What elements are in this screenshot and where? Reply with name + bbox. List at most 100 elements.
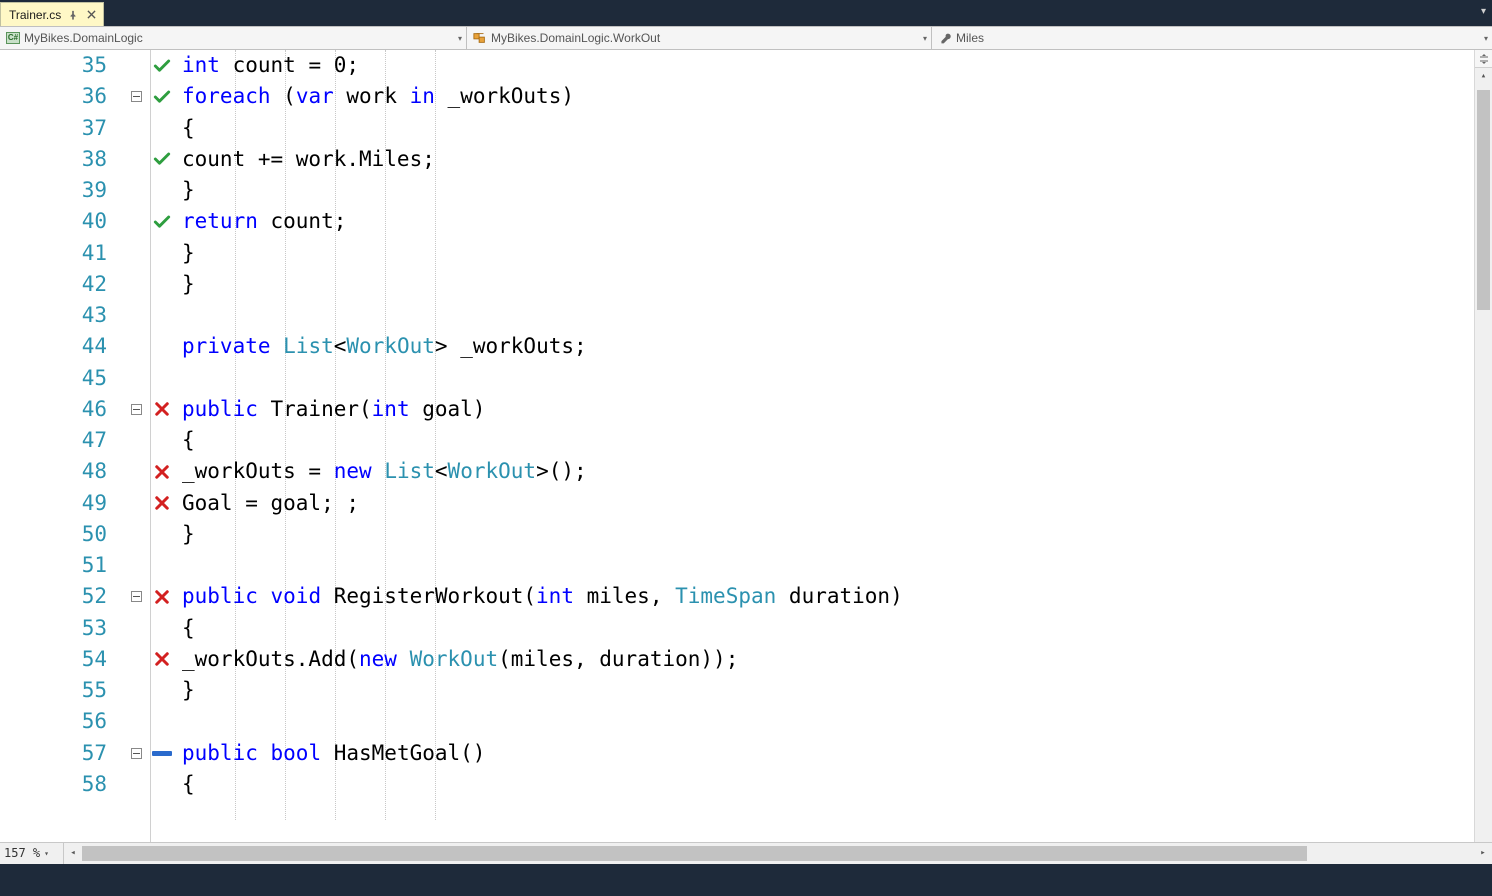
line-number: 41 (0, 238, 125, 269)
scroll-left-arrow-icon[interactable]: ◂ (64, 843, 82, 864)
code-line[interactable]: 36 foreach (var work in _workOuts) (0, 81, 1474, 112)
code-line[interactable]: 47 { (0, 425, 1474, 456)
chevron-down-icon: ▾ (1484, 34, 1488, 43)
line-number: 45 (0, 363, 125, 394)
line-number: 35 (0, 50, 125, 81)
fold-gutter[interactable] (125, 748, 147, 759)
code-line[interactable]: 52 public void RegisterWorkout(int miles… (0, 581, 1474, 612)
line-number: 47 (0, 425, 125, 456)
line-number: 55 (0, 675, 125, 706)
code-line[interactable]: 45 (0, 363, 1474, 394)
tab-trainer-cs[interactable]: Trainer.cs (0, 2, 104, 26)
code-text[interactable]: { (182, 113, 1474, 144)
line-number: 54 (0, 644, 125, 675)
change-track (177, 363, 182, 394)
coverage-covered-icon (147, 87, 177, 107)
code-text[interactable]: int count = 0; (182, 50, 1474, 81)
code-text[interactable]: _workOuts.Add(new WorkOut(miles, duratio… (182, 644, 1474, 675)
code-line[interactable]: 40 return count; (0, 206, 1474, 237)
code-text[interactable]: public Trainer(int goal) (182, 394, 1474, 425)
pin-icon[interactable] (67, 9, 79, 21)
code-text[interactable]: } (182, 175, 1474, 206)
coverage-partial-icon (147, 751, 177, 756)
coverage-uncovered-icon (147, 463, 177, 481)
code-text[interactable]: foreach (var work in _workOuts) (182, 81, 1474, 112)
code-line[interactable]: 50 } (0, 519, 1474, 550)
code-text[interactable]: } (182, 675, 1474, 706)
code-text[interactable]: } (182, 238, 1474, 269)
line-number: 56 (0, 706, 125, 737)
code-line[interactable]: 37 { (0, 113, 1474, 144)
line-number: 36 (0, 81, 125, 112)
code-line[interactable]: 46 public Trainer(int goal) (0, 394, 1474, 425)
code-text[interactable]: } (182, 519, 1474, 550)
code-line[interactable]: 55 } (0, 675, 1474, 706)
zoom-value: 157 % (4, 838, 40, 869)
nav-member-dropdown[interactable]: Miles ▾ (932, 27, 1492, 49)
fold-gutter[interactable] (125, 91, 147, 102)
chevron-down-icon: ▾ (923, 34, 927, 43)
scroll-thumb-vertical[interactable] (1477, 90, 1490, 310)
code-line[interactable]: 48 _workOuts = new List<WorkOut>(); (0, 456, 1474, 487)
code-text[interactable]: count += work.Miles; (182, 144, 1474, 175)
code-text[interactable]: { (182, 769, 1474, 800)
editor-window: Trainer.cs ▾ C# MyBikes.DomainLogic ▾ My… (0, 0, 1492, 896)
code-line[interactable]: 39 } (0, 175, 1474, 206)
scroll-up-arrow-icon[interactable]: ▴ (1475, 68, 1492, 86)
code-line[interactable]: 56 (0, 706, 1474, 737)
code-line[interactable]: 44 private List<WorkOut> _workOuts; (0, 331, 1474, 362)
code-text[interactable]: private List<WorkOut> _workOuts; (182, 331, 1474, 362)
code-text[interactable]: public void RegisterWorkout(int miles, T… (182, 581, 1474, 612)
code-line[interactable]: 53 { (0, 613, 1474, 644)
code-line[interactable]: 43 (0, 300, 1474, 331)
nav-namespace-dropdown[interactable]: C# MyBikes.DomainLogic ▾ (0, 27, 467, 49)
code-text[interactable]: } (182, 269, 1474, 300)
chevron-down-icon: ▾ (44, 838, 49, 869)
zoom-dropdown[interactable]: 157 % ▾ (0, 843, 64, 864)
line-number: 43 (0, 300, 125, 331)
fold-toggle-icon[interactable] (131, 591, 142, 602)
line-number: 37 (0, 113, 125, 144)
code-text[interactable]: { (182, 425, 1474, 456)
fold-toggle-icon[interactable] (131, 748, 142, 759)
coverage-uncovered-icon (147, 494, 177, 512)
coverage-uncovered-icon (147, 588, 177, 606)
editor-body: 35 int count = 0;36 foreach (var work in… (0, 50, 1492, 864)
code-line[interactable]: 42 } (0, 269, 1474, 300)
code-line[interactable]: 49 Goal = goal; ; (0, 488, 1474, 519)
tab-bar: Trainer.cs ▾ (0, 0, 1492, 26)
code-line[interactable]: 35 int count = 0; (0, 50, 1474, 81)
fold-gutter[interactable] (125, 404, 147, 415)
code-line[interactable]: 58 { (0, 769, 1474, 800)
nav-class-dropdown[interactable]: MyBikes.DomainLogic.WorkOut ▾ (467, 27, 932, 49)
code-text[interactable]: public bool HasMetGoal() (182, 738, 1474, 769)
fold-toggle-icon[interactable] (131, 91, 142, 102)
code-line[interactable]: 57 public bool HasMetGoal() (0, 738, 1474, 769)
code-rows[interactable]: 35 int count = 0;36 foreach (var work in… (0, 50, 1474, 842)
horizontal-scrollbar[interactable]: ◂ ▸ (64, 843, 1492, 864)
close-icon[interactable] (85, 9, 97, 21)
tab-label: Trainer.cs (9, 8, 61, 22)
nav-namespace-text: MyBikes.DomainLogic (24, 31, 454, 45)
scroll-right-arrow-icon[interactable]: ▸ (1474, 843, 1492, 864)
code-line[interactable]: 38 count += work.Miles; (0, 144, 1474, 175)
code-text[interactable]: { (182, 613, 1474, 644)
line-number: 42 (0, 269, 125, 300)
line-number: 38 (0, 144, 125, 175)
tab-overflow-dropdown[interactable]: ▾ (1481, 6, 1486, 17)
line-number: 49 (0, 488, 125, 519)
code-text[interactable]: Goal = goal; ; (182, 488, 1474, 519)
navigation-bar: C# MyBikes.DomainLogic ▾ MyBikes.DomainL… (0, 26, 1492, 50)
line-number: 48 (0, 456, 125, 487)
code-line[interactable]: 54 _workOuts.Add(new WorkOut(miles, dura… (0, 644, 1474, 675)
scroll-thumb-horizontal[interactable] (82, 846, 1307, 861)
code-text[interactable]: return count; (182, 206, 1474, 237)
fold-toggle-icon[interactable] (131, 404, 142, 415)
code-line[interactable]: 51 (0, 550, 1474, 581)
editor-status-bar: 157 % ▾ ◂ ▸ (0, 842, 1492, 864)
vertical-scrollbar[interactable]: ▴ (1474, 50, 1492, 864)
code-text[interactable]: _workOuts = new List<WorkOut>(); (182, 456, 1474, 487)
fold-gutter[interactable] (125, 591, 147, 602)
scroll-track-horizontal[interactable] (82, 843, 1474, 864)
code-line[interactable]: 41 } (0, 238, 1474, 269)
